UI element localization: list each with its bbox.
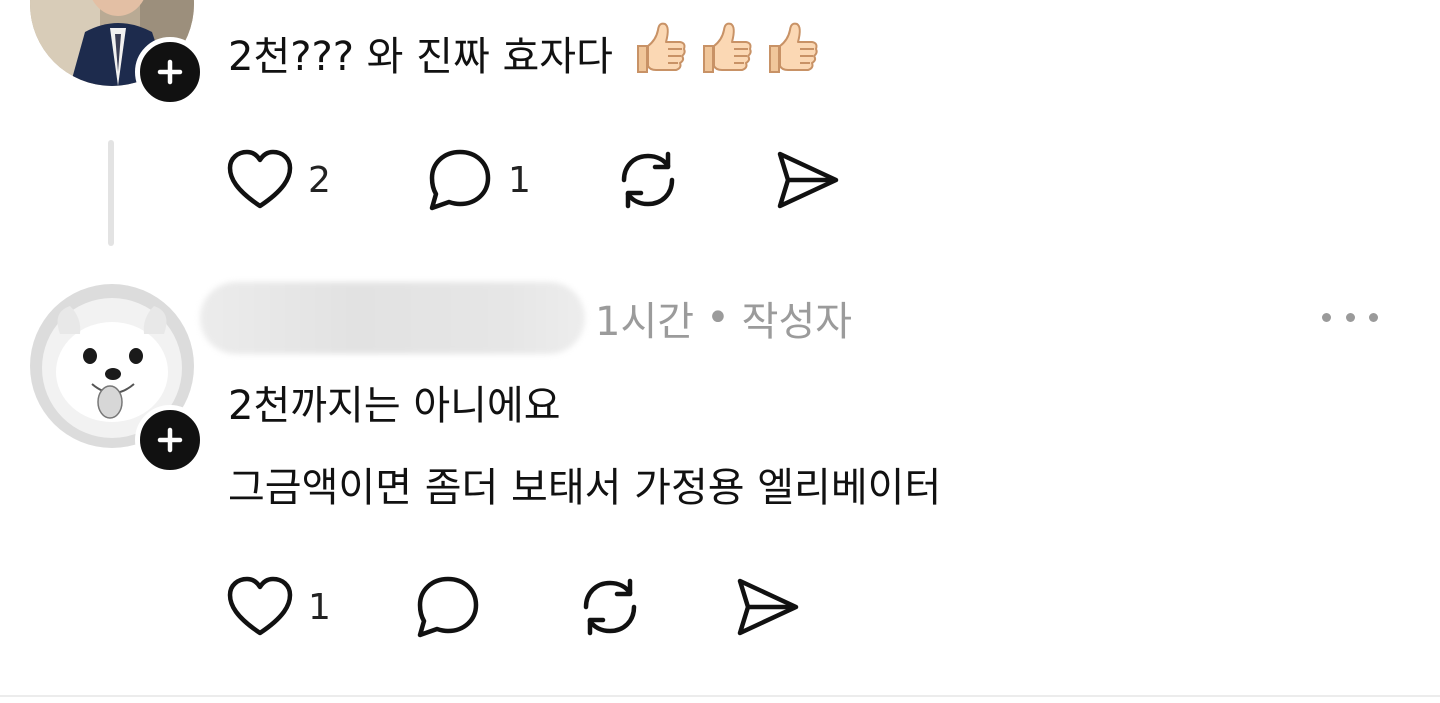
thumbs-up-icon	[768, 22, 818, 73]
repost-icon	[583, 578, 637, 636]
send-icon	[777, 151, 839, 209]
comment-line-1: 2천까지는 아니에요	[228, 383, 561, 429]
repost-button[interactable]	[610, 140, 686, 220]
repost-icon	[621, 151, 675, 209]
heart-icon	[227, 149, 293, 209]
comment-1: 2천??? 와 진짜 효자다 2 1	[0, 0, 1440, 260]
comment-body: 2천??? 와 진짜 효자다	[228, 34, 613, 80]
thumbs-up-icon	[702, 22, 752, 73]
more-options-button[interactable]	[1322, 302, 1378, 332]
thumbs-up-emojis	[630, 18, 820, 76]
like-count: 2	[308, 159, 331, 201]
send-icon	[737, 578, 799, 636]
more-horizontal-icon	[1322, 312, 1331, 322]
timestamp: 1시간	[595, 299, 695, 345]
thumbs-up-icon	[636, 22, 686, 73]
avatar-container	[30, 284, 205, 475]
follow-button[interactable]	[135, 37, 205, 107]
repost-button[interactable]	[572, 567, 648, 647]
comment-text: 2천??? 와 진짜 효자다	[228, 18, 820, 87]
avatar-container	[30, 0, 205, 107]
reply-button[interactable]: 1	[422, 140, 531, 220]
plus-icon	[157, 427, 183, 453]
comment-icon	[417, 576, 479, 638]
author-badge: 작성자	[741, 299, 853, 345]
follow-button[interactable]	[135, 405, 205, 475]
share-button[interactable]	[730, 567, 806, 647]
meta-separator: •	[706, 295, 730, 341]
divider	[0, 695, 1440, 697]
share-button[interactable]	[770, 140, 846, 220]
comment-2: 1시간 • 작성자 2천까지는 아니에요 그금액이면 좀더 보태서 가정용 엘리…	[0, 270, 1440, 695]
comment-meta: 1시간 • 작성자	[200, 282, 853, 354]
comment-line-2: 그금액이면 좀더 보태서 가정용 엘리베이터	[228, 465, 942, 511]
like-button[interactable]: 2	[222, 140, 331, 220]
reply-count: 1	[508, 159, 531, 201]
plus-icon	[157, 59, 183, 85]
username-redacted[interactable]	[200, 282, 585, 354]
thread-line	[108, 140, 114, 246]
comment-icon	[429, 149, 491, 211]
like-count: 1	[308, 586, 331, 628]
heart-icon	[227, 576, 293, 636]
like-button[interactable]: 1	[222, 567, 331, 647]
reply-button[interactable]	[410, 567, 486, 647]
